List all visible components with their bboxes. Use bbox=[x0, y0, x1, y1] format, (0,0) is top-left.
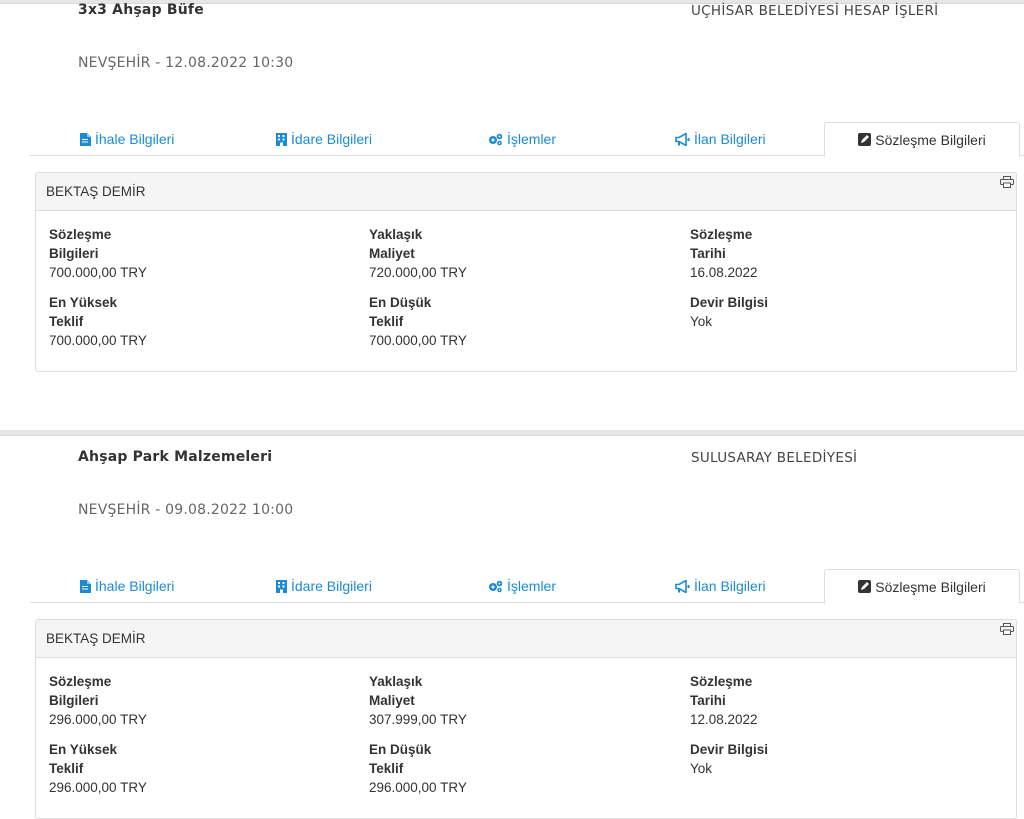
location-date: NEVŞEHİR - 09.08.2022 10:00 bbox=[78, 502, 294, 518]
contract-panel: BEKTAŞ DEMİR Sözleşme Bilgileri 296.000,… bbox=[35, 619, 1017, 819]
tender-tabs: İhale Bilgileri İdare Bilgileri İşlemler… bbox=[30, 569, 1024, 604]
megaphone-icon bbox=[675, 132, 690, 146]
gears-icon bbox=[489, 133, 503, 145]
tab-label: İşlemler bbox=[507, 578, 557, 594]
tab-label: Sözleşme Bilgileri bbox=[875, 131, 986, 148]
field-label: En Yüksek Teklif bbox=[49, 742, 118, 776]
field-label: Yaklaşık Maliyet bbox=[369, 674, 423, 708]
field-value: 296.000,00 TRY bbox=[369, 780, 467, 795]
field-label: Devir Bilgisi bbox=[690, 295, 769, 310]
field-label: Sözleşme Tarihi bbox=[690, 227, 753, 261]
field-value: 16.08.2022 bbox=[690, 265, 758, 280]
tender-title[interactable]: Ahşap Park Malzemeleri bbox=[78, 449, 272, 465]
institution-name: UÇHİSAR BELEDİYESİ HESAP İŞLERİ bbox=[691, 3, 939, 19]
building-icon bbox=[276, 579, 287, 593]
card-top-divider bbox=[0, 430, 1024, 436]
tab-islemler[interactable]: İşlemler bbox=[488, 122, 556, 156]
tab-label: İşlemler bbox=[507, 131, 557, 147]
field-label: Sözleşme Tarihi bbox=[690, 674, 753, 708]
field-label: En Düşük Teklif bbox=[369, 295, 432, 329]
tab-islemler[interactable]: İşlemler bbox=[488, 569, 556, 603]
field-value: 700.000,00 TRY bbox=[49, 333, 147, 348]
lowest-bid-field: En Düşük Teklif 700.000,00 TRY bbox=[369, 293, 467, 350]
field-value: 700.000,00 TRY bbox=[369, 333, 467, 348]
field-value: Yok bbox=[690, 314, 713, 329]
document-icon bbox=[80, 579, 91, 593]
approx-cost-field: Yaklaşık Maliyet 307.999,00 TRY bbox=[369, 672, 467, 729]
field-value: Yok bbox=[690, 761, 713, 776]
field-label: En Yüksek Teklif bbox=[49, 295, 118, 329]
contractor-name: BEKTAŞ DEMİR bbox=[36, 620, 1016, 658]
tender-title[interactable]: 3x3 Ahşap Büfe bbox=[78, 2, 204, 18]
megaphone-icon bbox=[675, 579, 690, 593]
approx-cost-field: Yaklaşık Maliyet 720.000,00 TRY bbox=[369, 225, 467, 282]
field-label: Yaklaşık Maliyet bbox=[369, 227, 423, 261]
field-label: Sözleşme Bilgileri bbox=[49, 227, 112, 261]
contract-date-field: Sözleşme Tarihi 12.08.2022 bbox=[690, 672, 780, 729]
tab-idare-bilgileri[interactable]: İdare Bilgileri bbox=[276, 122, 372, 156]
field-value: 12.08.2022 bbox=[690, 712, 758, 727]
transfer-info-field: Devir Bilgisi Yok bbox=[690, 740, 768, 778]
gears-icon bbox=[489, 580, 503, 592]
print-icon[interactable] bbox=[1000, 176, 1014, 188]
document-icon bbox=[80, 132, 91, 146]
location-date: NEVŞEHİR - 12.08.2022 10:30 bbox=[78, 55, 294, 71]
contract-value-field: Sözleşme Bilgileri 700.000,00 TRY bbox=[49, 225, 147, 282]
tab-sozlesme-bilgileri[interactable]: Sözleşme Bilgileri bbox=[824, 569, 1020, 604]
tab-ihale-bilgileri[interactable]: İhale Bilgileri bbox=[80, 122, 174, 156]
tab-ilan-bilgileri[interactable]: İlan Bilgileri bbox=[675, 122, 766, 156]
field-label: Devir Bilgisi bbox=[690, 742, 769, 757]
field-value: 307.999,00 TRY bbox=[369, 712, 467, 727]
field-label: En Düşük Teklif bbox=[369, 742, 432, 776]
contract-date-field: Sözleşme Tarihi 16.08.2022 bbox=[690, 225, 780, 282]
tab-sozlesme-bilgileri[interactable]: Sözleşme Bilgileri bbox=[824, 122, 1020, 157]
contract-value-field: Sözleşme Bilgileri 296.000,00 TRY bbox=[49, 672, 147, 729]
building-icon bbox=[276, 132, 287, 146]
field-value: 700.000,00 TRY bbox=[49, 265, 147, 280]
tab-ihale-bilgileri[interactable]: İhale Bilgileri bbox=[80, 569, 174, 603]
tab-label: İlan Bilgileri bbox=[694, 131, 766, 147]
field-value: 720.000,00 TRY bbox=[369, 265, 467, 280]
tab-label: İdare Bilgileri bbox=[291, 131, 372, 147]
tab-label: İhale Bilgileri bbox=[95, 131, 175, 147]
tender-tabs: İhale Bilgileri İdare Bilgileri İşlemler… bbox=[30, 122, 1024, 157]
lowest-bid-field: En Düşük Teklif 296.000,00 TRY bbox=[369, 740, 467, 797]
field-value: 296.000,00 TRY bbox=[49, 780, 147, 795]
tab-label: İlan Bilgileri bbox=[694, 578, 766, 594]
tab-ilan-bilgileri[interactable]: İlan Bilgileri bbox=[675, 569, 766, 603]
highest-bid-field: En Yüksek Teklif 296.000,00 TRY bbox=[49, 740, 147, 797]
contract-panel: BEKTAŞ DEMİR Sözleşme Bilgileri 700.000,… bbox=[35, 172, 1017, 372]
field-value: 296.000,00 TRY bbox=[49, 712, 147, 727]
transfer-info-field: Devir Bilgisi Yok bbox=[690, 293, 768, 331]
tab-label: İhale Bilgileri bbox=[95, 578, 175, 594]
highest-bid-field: En Yüksek Teklif 700.000,00 TRY bbox=[49, 293, 147, 350]
contractor-name: BEKTAŞ DEMİR bbox=[36, 173, 1016, 211]
tab-idare-bilgileri[interactable]: İdare Bilgileri bbox=[276, 569, 372, 603]
institution-name: SULUSARAY BELEDİYESİ bbox=[691, 450, 858, 466]
print-icon[interactable] bbox=[1000, 623, 1014, 635]
edit-icon bbox=[858, 580, 872, 593]
tab-label: İdare Bilgileri bbox=[291, 578, 372, 594]
field-label: Sözleşme Bilgileri bbox=[49, 674, 112, 708]
edit-icon bbox=[858, 133, 872, 146]
tab-label: Sözleşme Bilgileri bbox=[875, 578, 986, 595]
